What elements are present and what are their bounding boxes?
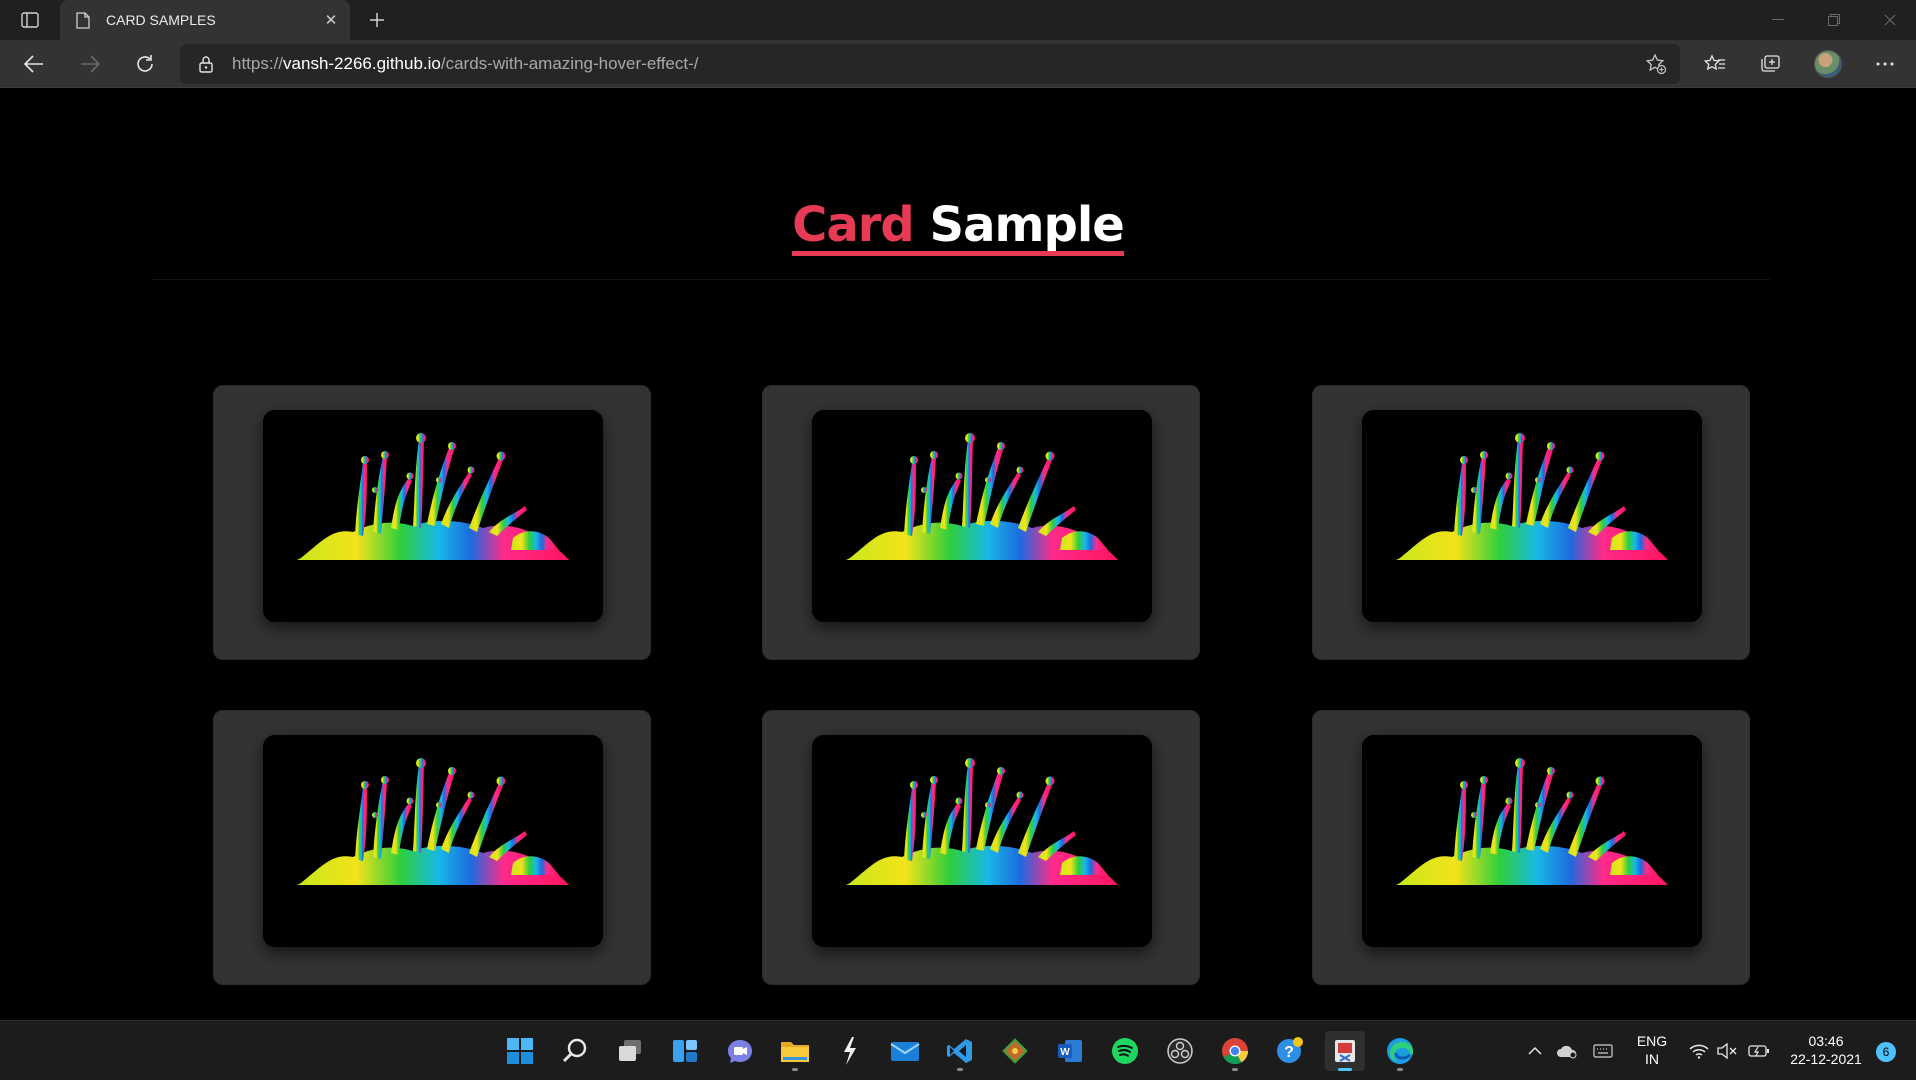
teams-chat-icon[interactable] [720,1031,760,1071]
paint-splash-image [263,735,603,947]
url-text[interactable]: https://vansh-2266.github.io/cards-with-… [232,54,698,74]
obs-icon[interactable] [1160,1031,1200,1071]
page-heading: Card Sample [792,197,1125,256]
search-icon[interactable] [555,1031,595,1071]
restore-icon[interactable] [1806,0,1862,40]
onedrive-icon[interactable] [1552,1031,1582,1071]
lock-icon[interactable] [198,55,214,73]
vs-code-icon[interactable] [940,1031,980,1071]
tab-actions-icon[interactable] [16,8,44,32]
notification-badge[interactable]: 6 [1876,1042,1896,1062]
task-view-icon[interactable] [610,1031,650,1071]
tab-card-samples[interactable]: CARD SAMPLES ✕ [60,0,350,40]
svg-text:?: ? [1284,1044,1294,1061]
windows-taskbar: W ? ENG IN 03:46 22-12-2021 6 [0,1020,1916,1080]
file-explorer-icon[interactable] [775,1031,815,1071]
volume-muted-icon[interactable] [1712,1031,1742,1071]
close-tab-icon[interactable]: ✕ [316,5,346,35]
web-page: Card Sample [0,89,1916,1020]
add-favorite-icon[interactable] [1644,52,1668,76]
document-icon [76,11,90,29]
chrome-icon[interactable] [1215,1031,1255,1071]
git-icon[interactable] [995,1031,1035,1071]
start-icon[interactable] [500,1031,540,1071]
paint-splash-image [1362,410,1702,622]
app-bolt-icon[interactable] [830,1031,870,1071]
card[interactable] [762,385,1200,660]
language-indicator[interactable]: ENG IN [1632,1032,1672,1068]
heading-divider [152,279,1770,280]
word-icon[interactable]: W [1050,1031,1090,1071]
card[interactable] [1312,385,1750,660]
clock[interactable]: 03:46 22-12-2021 [1786,1032,1866,1068]
refresh-icon[interactable] [127,48,163,80]
paint-splash-image [812,735,1152,947]
paint-splash-image [812,410,1152,622]
help-icon[interactable]: ? [1270,1031,1310,1071]
back-icon[interactable] [16,48,52,80]
browser-toolbar: https://vansh-2266.github.io/cards-with-… [0,40,1916,88]
card[interactable] [1312,710,1750,985]
keyboard-icon[interactable] [1588,1031,1618,1071]
forward-icon[interactable] [72,48,108,80]
mail-icon[interactable] [885,1031,925,1071]
snipping-tool-icon[interactable] [1325,1031,1365,1071]
new-tab-icon[interactable] [362,6,392,34]
collections-icon[interactable] [1752,48,1788,80]
svg-text:W: W [1060,1047,1070,1058]
paint-splash-image [263,410,603,622]
wifi-icon[interactable] [1684,1031,1714,1071]
spotify-icon[interactable] [1105,1031,1145,1071]
close-window-icon[interactable] [1862,0,1916,40]
profile-avatar[interactable] [1814,50,1842,78]
card[interactable] [213,385,651,660]
heading-word-sample: Sample [929,197,1125,253]
card[interactable] [762,710,1200,985]
minimize-icon[interactable] [1750,0,1806,40]
chevron-up-icon[interactable] [1520,1031,1550,1071]
battery-icon[interactable] [1744,1031,1774,1071]
favorites-icon[interactable] [1697,48,1733,80]
tab-title: CARD SAMPLES [106,12,216,28]
card[interactable] [213,710,651,985]
heading-word-card: Card [792,197,915,253]
more-options-icon[interactable] [1867,48,1903,80]
widgets-icon[interactable] [665,1031,705,1071]
browser-tab-bar: CARD SAMPLES ✕ [0,0,1916,40]
paint-splash-image [1362,735,1702,947]
address-bar[interactable]: https://vansh-2266.github.io/cards-with-… [180,44,1680,84]
edge-icon[interactable] [1380,1031,1420,1071]
